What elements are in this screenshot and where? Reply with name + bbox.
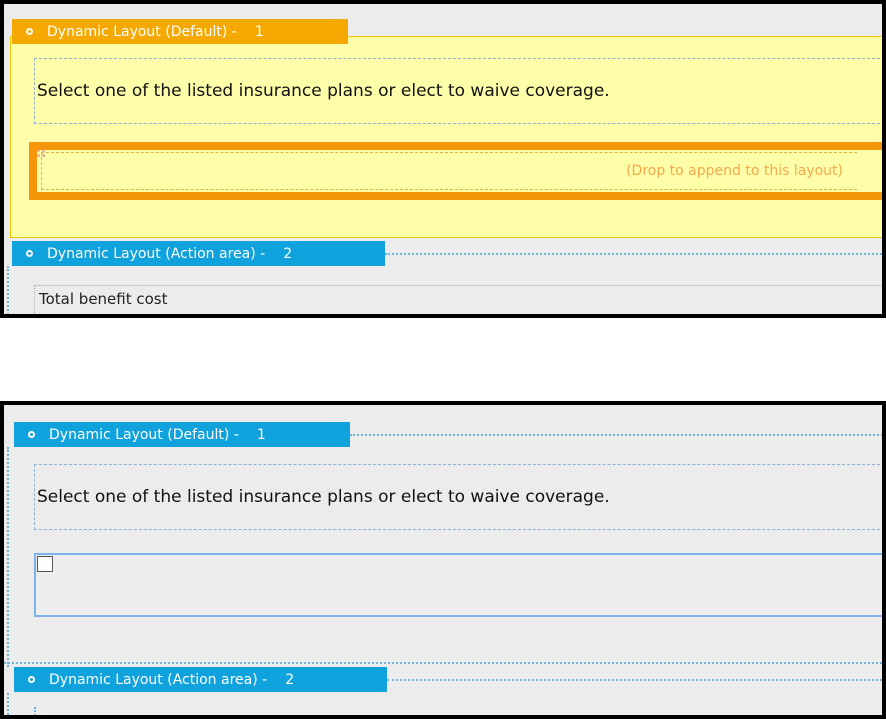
- layout-boundary-line: [4, 662, 882, 664]
- layout-boundary-line: [7, 266, 9, 314]
- action-layout-number: 2: [283, 245, 293, 262]
- instruction-text: Select one of the listed insurance plans…: [37, 81, 610, 101]
- layout-bullet-icon: [26, 28, 33, 35]
- new-empty-layout-cell[interactable]: [34, 553, 882, 617]
- action-layout-title: Dynamic Layout (Action area) -: [49, 671, 268, 688]
- instruction-cell[interactable]: Select one of the listed insurance plans…: [34, 58, 882, 124]
- layout-canvas: Dynamic Layout (Default) - 1 Select one …: [4, 405, 882, 715]
- default-layout-header[interactable]: Dynamic Layout (Default) - 1: [14, 422, 350, 447]
- action-layout-header[interactable]: Dynamic Layout (Action area) - 2: [14, 667, 387, 692]
- layout-boundary-line: [7, 447, 9, 667]
- action-layout-number: 2: [285, 671, 295, 688]
- default-layout-number: 1: [256, 426, 266, 443]
- default-layout-title: Dynamic Layout (Default) -: [47, 23, 237, 40]
- layout-boundary-line: [7, 693, 9, 715]
- drop-hint-text: (Drop to append to this layout): [626, 163, 843, 179]
- default-layout-number: 1: [254, 23, 264, 40]
- layout-bullet-icon: [28, 431, 35, 438]
- layout-boundary-line: [350, 434, 882, 436]
- empty-cell-checkbox[interactable]: [37, 556, 53, 572]
- layout-boundary-line: [385, 253, 882, 255]
- instruction-text: Select one of the listed insurance plans…: [37, 487, 610, 507]
- action-layout-title: Dynamic Layout (Action area) -: [47, 245, 266, 262]
- layout-boundary-line: [34, 707, 36, 715]
- screenshot-panel-drag-state: Dynamic Layout (Default) - 1 Select one …: [0, 0, 886, 318]
- layout-boundary-line: [387, 679, 882, 681]
- drop-target-zone[interactable]: (Drop to append to this layout): [41, 152, 857, 190]
- benefit-cost-cell[interactable]: Total benefit cost: [34, 285, 882, 314]
- screenshot-panel-dropped-state: Dynamic Layout (Default) - 1 Select one …: [0, 401, 886, 719]
- default-layout-header[interactable]: Dynamic Layout (Default) - 1: [12, 19, 348, 44]
- action-layout-header[interactable]: Dynamic Layout (Action area) - 2: [12, 241, 385, 266]
- benefit-cost-label: Total benefit cost: [39, 290, 168, 308]
- layout-bullet-icon: [26, 250, 33, 257]
- layout-bullet-icon: [28, 676, 35, 683]
- instruction-cell[interactable]: Select one of the listed insurance plans…: [34, 464, 882, 530]
- default-layout-title: Dynamic Layout (Default) -: [49, 426, 239, 443]
- layout-canvas: Dynamic Layout (Default) - 1 Select one …: [4, 4, 882, 314]
